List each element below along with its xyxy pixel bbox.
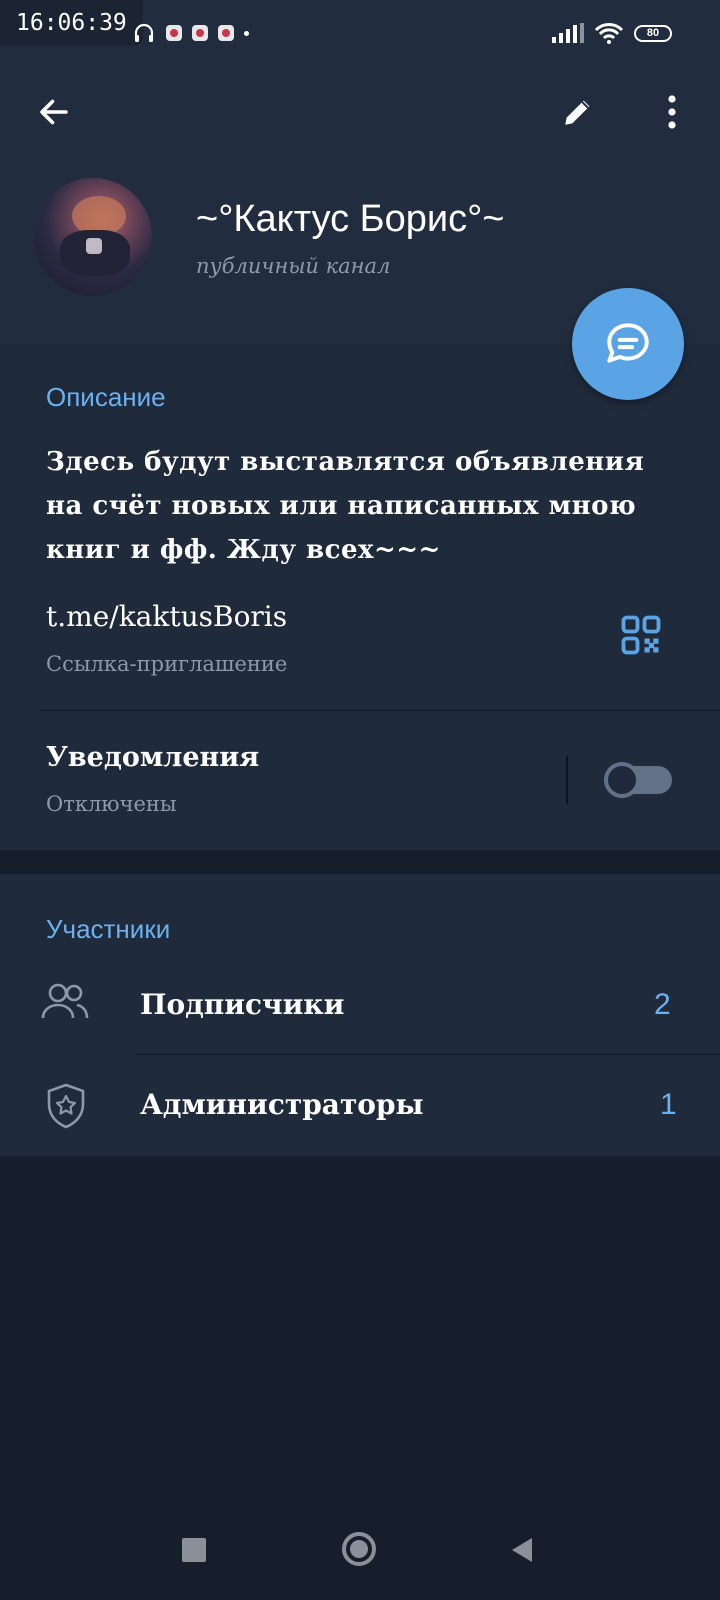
participants-heading: Участники <box>46 914 171 944</box>
notification-icons <box>132 20 249 46</box>
people-icon <box>40 982 90 1027</box>
divider <box>136 1054 720 1055</box>
dot-icon <box>244 30 249 36</box>
battery-indicator: 80 <box>634 24 672 42</box>
toggle-knob <box>604 762 640 798</box>
home-dot <box>350 1540 368 1558</box>
administrators-count: 1 <box>660 1088 677 1121</box>
about-heading: Описание <box>46 382 166 412</box>
app-notification-icon <box>192 25 208 41</box>
edit-button[interactable] <box>554 88 602 136</box>
channel-type: публичный канал <box>196 254 391 278</box>
more-button[interactable] <box>648 88 696 136</box>
channel-name: ~°Кактус Борис°~ <box>196 198 505 240</box>
invite-link-caption: Ссылка-приглашение <box>46 652 288 676</box>
wifi-icon <box>594 23 624 44</box>
home-button[interactable] <box>342 1532 376 1566</box>
discussion-button[interactable] <box>572 288 684 400</box>
invite-link[interactable]: t.me/kaktusBoris <box>46 600 287 633</box>
shield-star-icon <box>44 1082 88 1135</box>
notifications-status: Отключены <box>46 792 177 816</box>
qr-code-icon <box>621 615 661 655</box>
triangle-back-icon <box>512 1538 532 1562</box>
subscribers-label: Подписчики <box>140 988 345 1021</box>
administrators-label: Администраторы <box>140 1088 424 1121</box>
system-icons: 80 <box>552 20 672 46</box>
signal-icon <box>552 23 584 43</box>
channel-avatar[interactable] <box>34 178 152 296</box>
channel-description: Здесь будут выставлятся объявления на сч… <box>46 447 645 565</box>
divider <box>40 710 720 711</box>
pinterest-notification-icon <box>218 25 234 41</box>
back-nav-button[interactable] <box>510 1536 534 1569</box>
subscribers-count: 2 <box>654 988 671 1021</box>
back-button[interactable] <box>30 88 78 136</box>
more-vertical-icon <box>668 95 676 129</box>
arrow-left-icon <box>40 99 68 125</box>
subscribers-row[interactable] <box>0 958 720 1054</box>
qr-code-button[interactable] <box>620 614 666 660</box>
app-notification-icon <box>166 25 182 41</box>
headphones-icon <box>134 23 154 42</box>
status-time: 16:06:39 <box>0 0 143 46</box>
pencil-icon <box>565 100 590 125</box>
notifications-label: Уведомления <box>46 742 260 773</box>
chat-bubble-icon <box>607 323 649 363</box>
vertical-separator <box>566 756 568 804</box>
recents-button[interactable] <box>182 1538 206 1562</box>
